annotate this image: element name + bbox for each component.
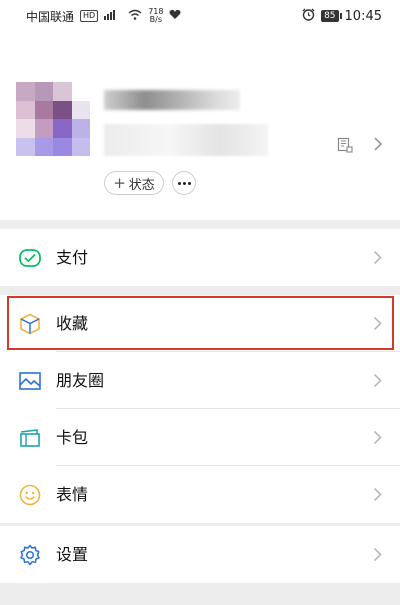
status-label: 状态 [128,177,155,193]
speed-unit: B/s [149,15,163,24]
menu-label: 收藏 [56,314,89,333]
chevron-right-icon [373,547,382,562]
chevron-right-icon [373,250,382,265]
card-wallet-icon [20,429,40,447]
chevron-right-icon [373,316,382,331]
heart-icon [169,9,181,23]
plus-icon: + [113,173,126,192]
menu-label: 支付 [56,248,89,267]
pay-icon [19,249,41,267]
chevron-right-icon[interactable] [372,135,384,153]
battery-level: 85 [321,10,343,22]
hd-badge: HD [80,10,99,22]
menu-label: 卡包 [56,428,89,447]
chevron-right-icon [373,487,382,502]
menu-item-settings[interactable]: 设置 [0,526,400,583]
wechat-id-obscured [104,124,268,156]
menu-item-favorites[interactable]: 收藏 [0,295,400,352]
avatar[interactable] [16,82,90,156]
image-icon [19,372,41,390]
cube-icon [20,313,40,335]
more-button[interactable] [172,171,196,195]
chevron-right-icon [373,373,382,388]
profile-card[interactable]: + 状态 [0,32,400,220]
menu-group-settings: 设置 [0,526,400,583]
signal-icon [104,9,122,23]
menu-label: 朋友圈 [56,371,105,390]
status-bar: 中国联通 HD 718 B/s 85 10:45 [0,0,400,32]
smiley-icon [19,484,41,506]
qr-code-icon[interactable] [337,137,353,153]
wifi-icon [128,9,142,23]
chevron-right-icon [373,430,382,445]
gear-icon [20,544,40,566]
menu-group-main: 收藏 朋友圈 卡包 表情 [0,295,400,523]
dot-icon [177,181,181,185]
menu-group-pay: 支付 [0,229,400,286]
nickname-obscured [104,90,240,110]
network-speed: 718 B/s [148,8,163,24]
add-status-button[interactable]: + 状态 [104,171,164,195]
carrier-name: 中国联通 [26,9,75,24]
clock-time: 10:45 [344,8,382,24]
menu-item-pay[interactable]: 支付 [0,229,400,286]
menu-label: 表情 [56,485,89,504]
alarm-icon [302,8,315,24]
menu-item-moments[interactable]: 朋友圈 [0,352,400,409]
menu-item-cards[interactable]: 卡包 [0,409,400,466]
dot-icon [182,181,186,185]
menu-item-stickers[interactable]: 表情 [0,466,400,523]
menu-label: 设置 [56,545,89,564]
dot-icon [187,181,191,185]
